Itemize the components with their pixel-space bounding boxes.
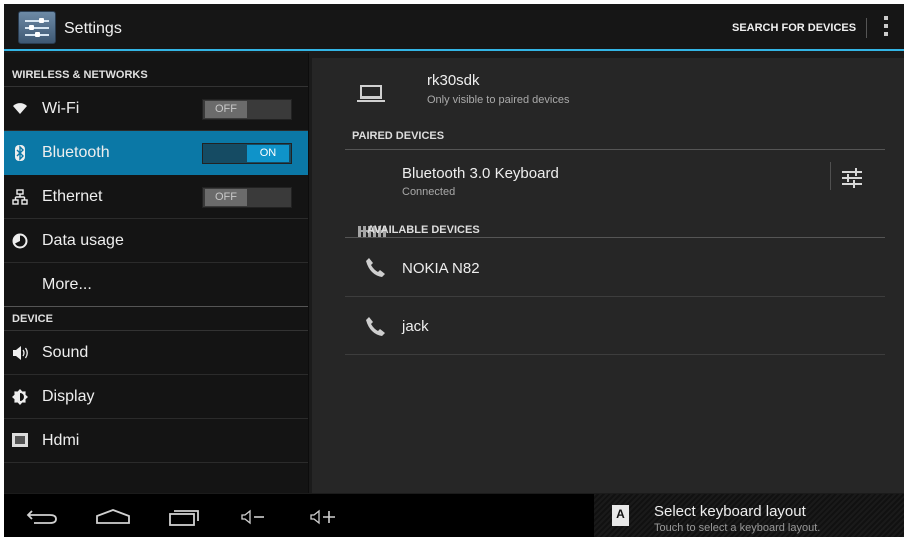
settings-item-label: Wi-Fi [42,100,80,117]
settings-item-label: Display [42,388,95,405]
hdmi-icon [12,433,28,449]
tune-settings-icon[interactable] [842,168,862,188]
visibility-status: Only visible to paired devices [427,94,570,106]
notification-subtitle: Touch to select a keyboard layout. [654,522,821,534]
divider [345,354,885,355]
keyboard-layout-notification[interactable]: A Select keyboard layout Touch to select… [594,494,904,537]
settings-item-wifi[interactable]: Wi-Fi OFF [4,87,308,131]
paired-device-name: Bluetooth 3.0 Keyboard [402,165,559,182]
settings-item-label: Bluetooth [42,144,110,161]
settings-item-label: Data usage [42,232,124,249]
notification-title: Select keyboard layout [654,503,806,520]
search-for-devices-button[interactable]: SEARCH FOR DEVICES [732,18,868,38]
phone-icon [364,315,386,337]
bluetooth-panel: rk30sdk Only visible to paired devices P… [312,58,904,493]
settings-item-ethernet[interactable]: Ethernet OFF [4,175,308,219]
available-devices-header: AVAILABLE DEVICES [367,224,480,236]
available-device-name: jack [402,318,429,335]
wifi-icon [12,101,28,117]
laptop-icon [357,85,385,102]
paired-device-status: Connected [402,186,456,198]
speaker-icon [12,345,28,361]
paired-devices-header: PAIRED DEVICES [352,130,445,142]
back-icon[interactable] [26,508,58,529]
volume-up-icon[interactable] [309,509,343,530]
settings-list: WIRELESS & NETWORKS Wi-Fi OFF Bluetooth … [4,53,309,493]
recent-apps-icon[interactable] [168,508,200,531]
keyboard-layout-icon: A [612,505,629,526]
ethernet-icon [12,189,28,205]
bluetooth-icon [12,145,28,161]
settings-item-hdmi[interactable]: Hdmi [4,419,308,463]
action-bar: Settings SEARCH FOR DEVICES [4,4,904,51]
settings-item-label: Hdmi [42,432,80,449]
brightness-icon [12,389,28,405]
volume-down-icon[interactable] [240,509,268,530]
settings-item-bluetooth[interactable]: Bluetooth ON [4,131,308,175]
settings-item-label: More... [42,276,92,293]
home-icon[interactable] [95,508,131,529]
wireless-networks-header: WIRELESS & NETWORKS [4,53,308,87]
settings-sliders-icon[interactable] [18,11,56,44]
divider [345,296,885,297]
phone-icon [364,256,386,278]
page-title: Settings [64,20,122,37]
available-device-name: NOKIA N82 [402,260,480,277]
settings-item-display[interactable]: Display [4,375,308,419]
system-bar: A Select keyboard layout Touch to select… [4,494,904,537]
data-usage-icon [12,233,28,249]
settings-item-label: Ethernet [42,188,103,205]
divider [345,237,885,238]
wifi-toggle[interactable]: OFF [202,99,292,120]
divider [345,149,885,150]
settings-item-more[interactable]: More... [4,263,308,307]
device-header: DEVICE [4,307,308,331]
divider [830,162,831,190]
toggle-state: OFF [205,189,247,206]
toggle-state: OFF [205,101,247,118]
bluetooth-toggle[interactable]: ON [202,143,292,164]
toggle-state: ON [247,145,289,162]
ethernet-toggle[interactable]: OFF [202,187,292,208]
settings-item-data-usage[interactable]: Data usage [4,219,308,263]
local-device-name[interactable]: rk30sdk [427,72,480,89]
android-screen: Settings SEARCH FOR DEVICES WIRELESS & N… [4,4,904,537]
settings-item-label: Sound [42,344,89,361]
overflow-menu-icon[interactable] [883,16,889,40]
settings-item-sound[interactable]: Sound [4,331,308,375]
